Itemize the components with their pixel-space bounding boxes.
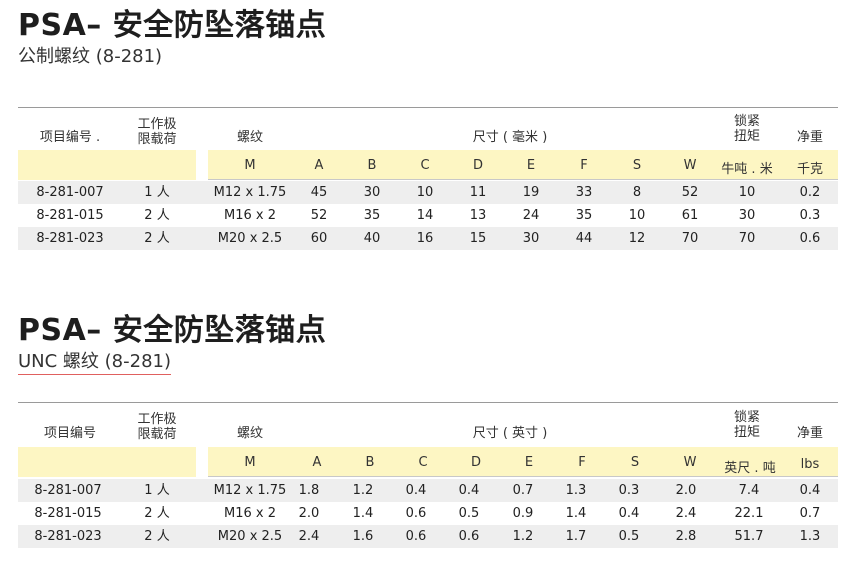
cell-weight: 0.4 xyxy=(799,483,821,498)
cell-weight: 0.7 xyxy=(799,506,821,521)
cell-weight: 1.3 xyxy=(799,529,821,544)
table-subtitle: UNC 螺纹 (8-281) xyxy=(18,347,171,375)
unit-b: B xyxy=(365,455,375,470)
page-title: PSA– 安全防坠落锚点 xyxy=(18,313,327,348)
cell-torque: 7.4 xyxy=(738,483,760,498)
header-dimensions: 尺寸 ( 英寸 ) xyxy=(472,426,548,441)
unit-weight: lbs xyxy=(800,457,820,472)
cell-thread: M12 x 1.75 xyxy=(213,483,287,498)
unit-m: M xyxy=(244,455,256,470)
unit-w: W xyxy=(683,455,697,470)
cell-b: 1.2 xyxy=(352,483,374,498)
cell-b: 1.4 xyxy=(352,506,374,521)
cell-f: 1.3 xyxy=(565,483,587,498)
cell-item-no: 8-281-015 xyxy=(34,506,102,521)
unit-s: S xyxy=(630,455,640,470)
cell-s: 0.4 xyxy=(618,506,640,521)
cell-load: 2 人 xyxy=(144,529,170,544)
cell-torque: 22.1 xyxy=(734,506,764,521)
unit-f: F xyxy=(578,455,586,470)
cell-load: 2 人 xyxy=(144,506,170,521)
cell-torque: 51.7 xyxy=(734,529,764,544)
cell-d: 0.5 xyxy=(458,506,480,521)
header-load-line1: 工作极 xyxy=(137,412,177,427)
unit-c: C xyxy=(418,455,428,470)
header-weight: 净重 xyxy=(796,426,823,441)
cell-item-no: 8-281-023 xyxy=(34,529,102,544)
cell-w: 2.0 xyxy=(675,483,697,498)
cell-w: 2.4 xyxy=(675,506,697,521)
unit-d: D xyxy=(470,455,481,470)
section-unc: PSA– 安全防坠落锚点 UNC 螺纹 (8-281) 项目编号 工作极 限载荷… xyxy=(0,0,850,565)
cell-w: 2.8 xyxy=(675,529,697,544)
cell-c: 0.6 xyxy=(405,506,427,521)
table-row: 8-281-007 1 人 M12 x 1.75 1.8 1.2 0.4 0.4… xyxy=(18,479,838,502)
cell-f: 1.4 xyxy=(565,506,587,521)
header-item-no: 项目编号 xyxy=(43,426,96,441)
cell-a: 2.0 xyxy=(298,506,320,521)
header-thread: 螺纹 xyxy=(236,426,263,441)
cell-e: 0.9 xyxy=(512,506,534,521)
band-bottom-line xyxy=(208,476,838,477)
table-row: 8-281-023 2 人 M20 x 2.5 2.4 1.6 0.6 0.6 … xyxy=(18,525,838,548)
cell-e: 0.7 xyxy=(512,483,534,498)
cell-load: 1 人 xyxy=(144,483,170,498)
header-torque-line2: 扭矩 xyxy=(733,425,760,440)
table-row: 8-281-015 2 人 M16 x 2 2.0 1.4 0.6 0.5 0.… xyxy=(18,502,838,525)
cell-d: 0.4 xyxy=(458,483,480,498)
cell-a: 1.8 xyxy=(298,483,320,498)
unit-a: A xyxy=(312,455,322,470)
cell-s: 0.3 xyxy=(618,483,640,498)
table-top-rule xyxy=(18,402,838,403)
cell-c: 0.4 xyxy=(405,483,427,498)
cell-item-no: 8-281-007 xyxy=(34,483,102,498)
cell-s: 0.5 xyxy=(618,529,640,544)
cell-c: 0.6 xyxy=(405,529,427,544)
unit-torque: 英尺 . 吨 xyxy=(724,461,776,476)
cell-f: 1.7 xyxy=(565,529,587,544)
cell-e: 1.2 xyxy=(512,529,534,544)
cell-b: 1.6 xyxy=(352,529,374,544)
cell-thread: M20 x 2.5 xyxy=(217,529,283,544)
cell-thread: M16 x 2 xyxy=(224,506,276,521)
cell-a: 2.4 xyxy=(298,529,320,544)
unit-e: E xyxy=(524,455,534,470)
band-gap xyxy=(196,447,208,477)
header-load-line2: 限载荷 xyxy=(137,427,177,442)
cell-d: 0.6 xyxy=(458,529,480,544)
header-torque-line1: 锁紧 xyxy=(733,410,760,425)
